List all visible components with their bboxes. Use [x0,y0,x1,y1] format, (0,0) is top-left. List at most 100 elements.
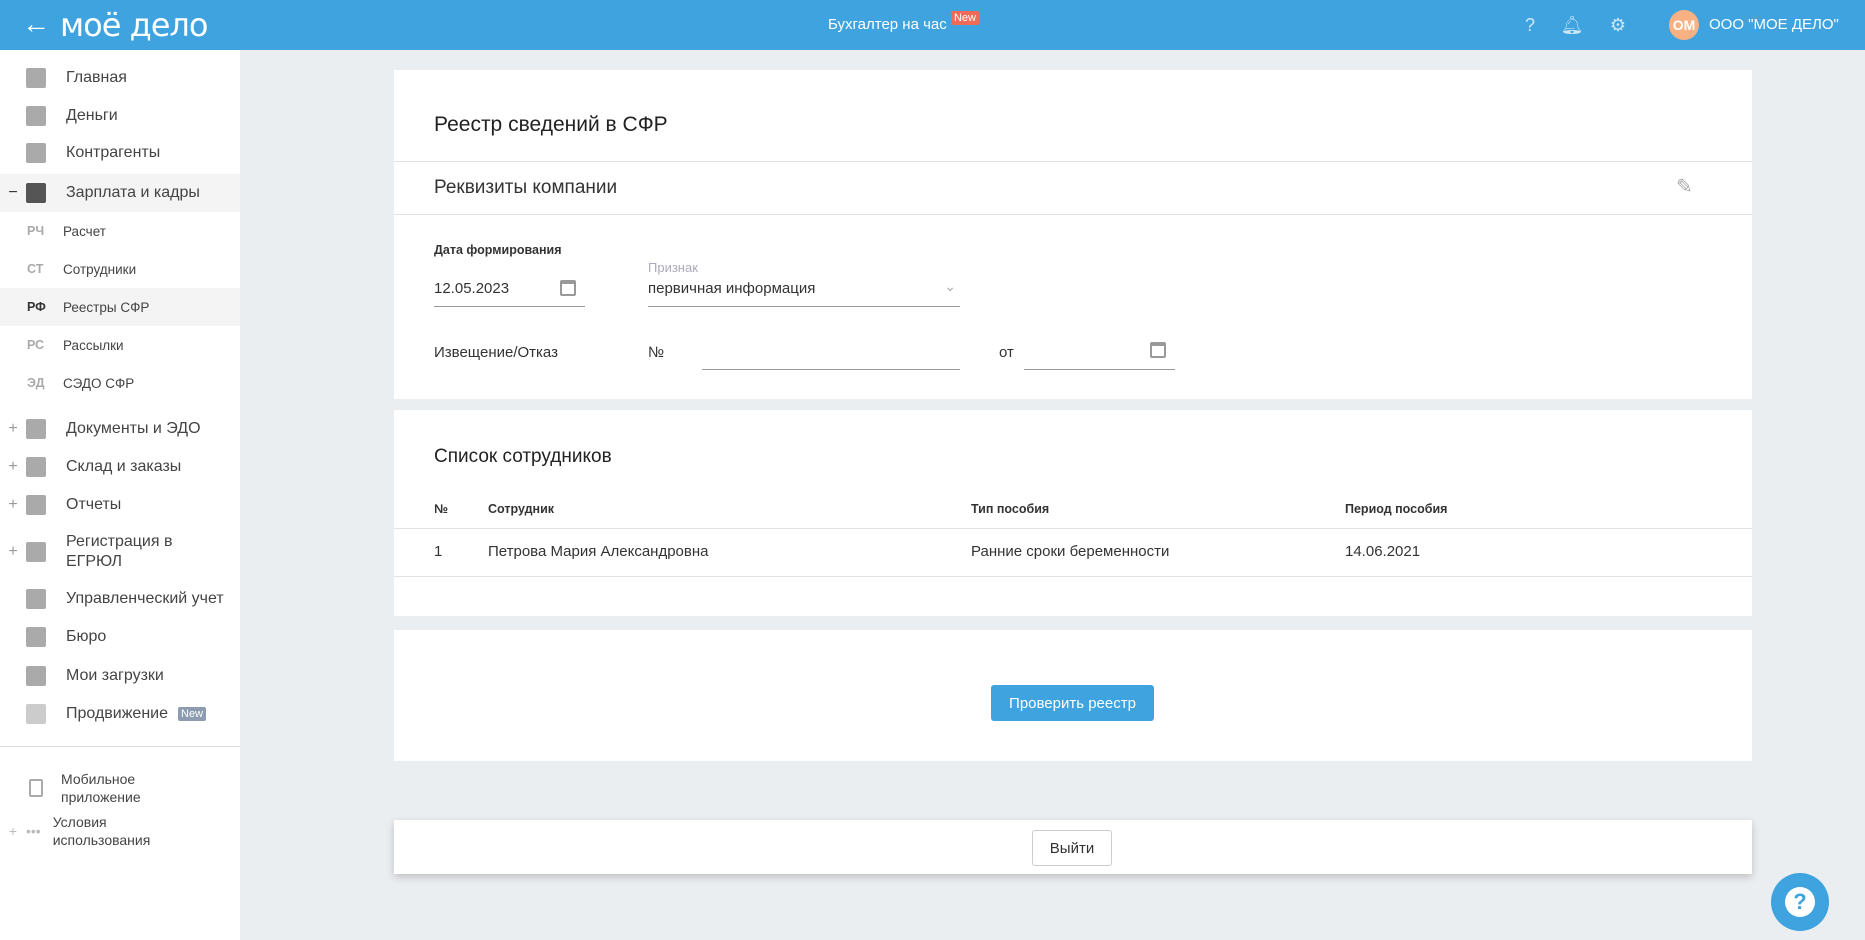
label: Регистрация в ЕГРЮЛ [66,533,173,570]
sign-select[interactable]: первичная информация ⌄ [648,278,960,307]
underline [1024,369,1175,370]
expand-toggle[interactable]: + [0,496,26,514]
label: СЭДО СФР [63,375,135,391]
avatar[interactable]: ОМ [1669,10,1699,40]
contractor-icon [26,143,46,163]
divider [394,214,1752,215]
sidebar-item-mobile-app[interactable]: Мобильное приложение [0,768,240,808]
notice-label: Извещение/Отказ [434,344,558,361]
bell-icon[interactable]: 🔔︎ [1560,13,1584,37]
more-dots-icon: ••• [26,823,41,839]
sidebar-item-bureau[interactable]: Бюро [0,621,240,653]
company-details-card: Реестр сведений в СФР Реквизиты компании… [394,70,1752,399]
briefcase-icon [26,627,46,647]
column-header: Сотрудник [488,502,555,516]
cell-employee: Петрова Мария Александровна [488,543,709,560]
sidebar-subitem-sfr-registers[interactable]: РФ Реестры СФР [0,288,240,326]
sidebar-subitem-calc[interactable]: РЧ Расчет [0,212,240,250]
arrow-left-icon[interactable]: ← [22,8,50,40]
sidebar-item-registration[interactable]: + Регистрация в ЕГРЮЛ [0,530,240,574]
sidebar-subitem-sedo[interactable]: ЭД СЭДО СФР [0,364,240,402]
label: Продвижение [66,705,168,722]
calendar-icon[interactable] [560,280,576,296]
label: Документы и ЭДО [66,420,201,437]
sidebar-subitem-mailings[interactable]: РС Рассылки [0,326,240,364]
divider [394,161,1752,162]
sidebar-item-terms[interactable]: + ••• Условия использования [0,811,240,851]
section-title: Реквизиты компании [434,177,618,198]
sidebar-item-contractors[interactable]: Контрагенты [0,137,240,169]
cell-benefit-period: 14.06.2021 [1345,543,1421,560]
abbr: РЧ [27,224,45,238]
sidebar-subitem-employees[interactable]: СТ Сотрудники [0,250,240,288]
gear-icon[interactable]: ⚙ [1606,13,1630,37]
underline [648,306,960,307]
sidebar-item-downloads[interactable]: Мои загрузки [0,660,240,692]
column-header: № [434,502,448,516]
logo[interactable]: моё дело [60,6,208,44]
sign-value: первичная информация [648,280,816,297]
accountant-link-label: Бухгалтер на час [828,16,947,33]
cell-benefit-type: Ранние сроки беременности [971,543,1170,560]
accountant-link[interactable]: Бухгалтер на час New [828,11,979,33]
sidebar-item-documents[interactable]: + Документы и ЭДО [0,413,240,445]
from-label: от [999,344,1014,361]
date-input[interactable]: 12.05.2023 [434,280,585,307]
exit-button[interactable]: Выйти [1032,830,1112,866]
chevron-down-icon: ⌄ [944,278,956,294]
page-title: Реестр сведений в СФР [434,113,668,136]
check-register-button[interactable]: Проверить реестр [991,685,1154,721]
label: Бюро [66,628,107,645]
label: Условия использования [52,814,151,848]
abbr: СТ [27,262,44,276]
growth-chart-icon [26,704,46,724]
sidebar-item-promotion[interactable]: Продвижение New [0,698,240,730]
table-row[interactable]: 1 Петрова Мария Александровна Ранние сро… [394,529,1752,576]
collapse-toggle[interactable]: − [0,184,26,202]
column-header: Период пособия [1345,502,1448,516]
label: Управленческий учет [66,590,224,607]
top-bar: ← моё дело Бухгалтер на час New ? 🔔︎ ⚙ О… [0,0,1865,50]
expand-toggle[interactable]: + [0,823,26,839]
expand-toggle[interactable]: + [0,420,26,438]
calendar-icon[interactable] [1150,342,1166,358]
employees-card: Список сотрудников № Сотрудник Тип пособ… [394,410,1752,616]
label: Контрагенты [66,144,161,161]
label: Деньги [66,107,118,124]
sidebar-item-warehouse[interactable]: + Склад и заказы [0,451,240,483]
sidebar-item-salary[interactable]: − Зарплата и кадры [0,174,240,212]
label: Главная [66,69,127,86]
abbr: РС [27,338,45,352]
expand-toggle[interactable]: + [0,543,26,561]
label: Расчет [63,223,106,239]
sidebar-item-home[interactable]: Главная [0,62,240,94]
sidebar-item-management[interactable]: Управленческий учет [0,583,240,615]
cell-number: 1 [434,543,443,560]
sidebar: Главная Деньги Контрагенты − Зарплата и к… [0,50,240,940]
report-icon [26,495,46,515]
registration-icon [26,542,46,562]
phone-icon [29,779,43,797]
sidebar-item-money[interactable]: Деньги [0,100,240,132]
expand-toggle[interactable]: + [0,458,26,476]
new-badge: New [178,707,207,721]
folder-icon [26,666,46,686]
divider [394,576,1752,577]
ruble-chart-icon [26,589,46,609]
pencil-icon[interactable]: ✎ [1676,174,1693,199]
label: Склад и заказы [66,458,182,475]
help-icon[interactable]: ? [1518,13,1542,37]
sidebar-item-reports[interactable]: + Отчеты [0,489,240,521]
underline [702,369,960,370]
new-badge: New [950,11,979,25]
help-button[interactable]: ? [1771,873,1829,931]
label: Реестры СФР [63,299,150,315]
number-input[interactable] [702,340,960,370]
from-date-input[interactable] [1024,340,1175,370]
date-label: Дата формирования [434,243,562,257]
org-name[interactable]: ООО "МОЕ ДЕЛО" [1709,16,1839,33]
wallet-icon [26,183,46,203]
label: Сотрудники [63,261,137,277]
label: Зарплата и кадры [66,184,200,201]
number-label: № [648,344,665,361]
